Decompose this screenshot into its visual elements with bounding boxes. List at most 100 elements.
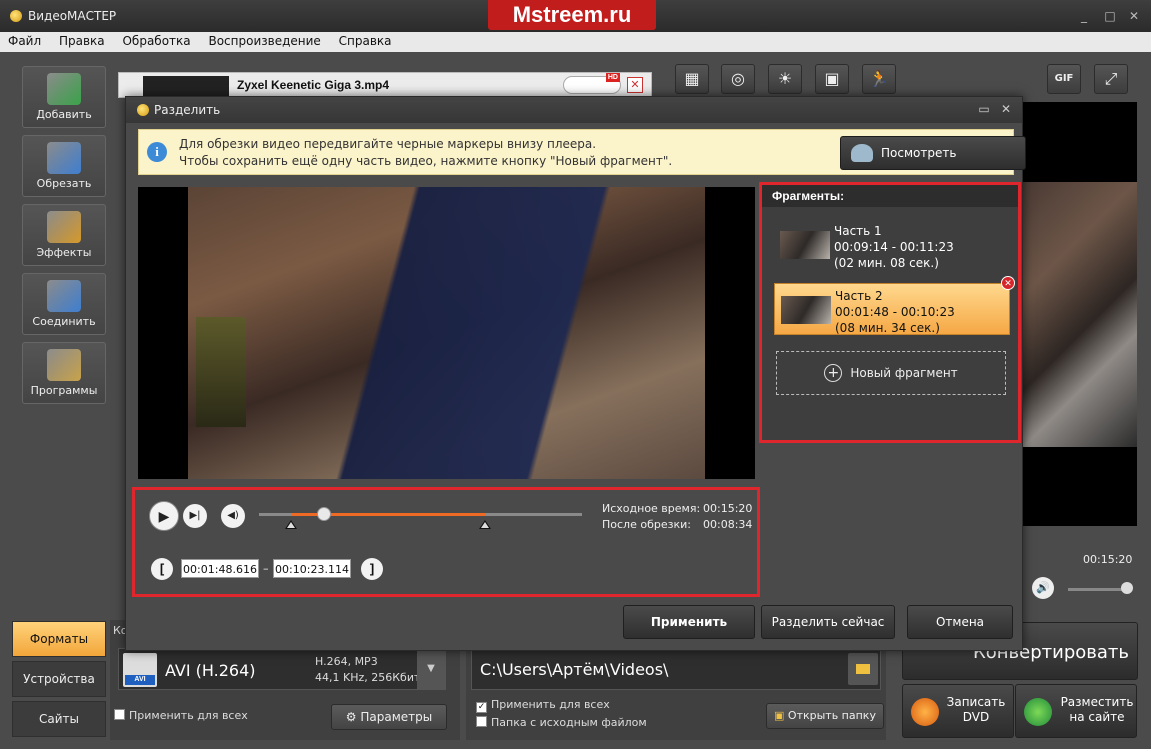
remove-file-icon[interactable]: ✕	[627, 77, 643, 93]
new-fragment-label: Новый фрагмент	[850, 366, 958, 380]
main-preview	[1023, 102, 1137, 526]
menu-edit[interactable]: Правка	[51, 32, 111, 48]
set-end-button[interactable]: ]	[361, 558, 383, 580]
time-range-separator: –	[263, 562, 269, 575]
checkbox-box[interactable]	[114, 709, 125, 720]
video-player[interactable]	[138, 187, 755, 479]
after-trim-label: После обрезки:	[602, 518, 691, 531]
playhead-handle[interactable]	[316, 507, 331, 521]
speed-tool-button[interactable]: 🏃	[862, 64, 896, 94]
frame-tool-button[interactable]: ▣	[815, 64, 849, 94]
end-marker-handle[interactable]	[479, 520, 492, 529]
new-fragment-button[interactable]: + Новый фрагмент	[776, 351, 1006, 395]
tab-devices[interactable]: Устройства	[12, 661, 106, 697]
effects-label: Эффекты	[36, 246, 92, 259]
parameters-button[interactable]: ⚙ Параметры	[331, 704, 447, 730]
next-frame-button[interactable]: ▶|	[183, 504, 207, 528]
file-name: Zyxel Keenetic Giga 3.mp4	[237, 78, 390, 92]
play-button[interactable]: ▶	[149, 501, 179, 531]
join-label: Соединить	[32, 315, 96, 328]
programs-button[interactable]: Программы	[22, 342, 106, 404]
browse-folder-button[interactable]	[848, 653, 878, 685]
minimize-button[interactable]: _	[1076, 8, 1092, 24]
dialog-maximize-button[interactable]: ▭	[976, 101, 992, 117]
menu-processing[interactable]: Обработка	[114, 32, 196, 48]
crop-tool-button[interactable]: ▦	[675, 64, 709, 94]
dialog-title: Разделить	[154, 103, 221, 117]
start-marker-handle[interactable]	[285, 520, 298, 529]
avi-format-icon: AVI	[123, 653, 157, 687]
folder-icon: ▣	[774, 709, 785, 722]
gif-tool-button[interactable]: GIF	[1047, 64, 1081, 94]
rotate-tool-button[interactable]: ◎	[721, 64, 755, 94]
maximize-button[interactable]: □	[1102, 8, 1118, 24]
tab-sites[interactable]: Сайты	[12, 701, 106, 737]
mute-button[interactable]: ◀)	[221, 504, 245, 528]
delete-fragment-icon[interactable]: ✕	[1001, 276, 1015, 290]
menu-help[interactable]: Справка	[331, 32, 398, 48]
split-dialog: Разделить ▭ ✕ i Для обрезки видео передв…	[125, 96, 1026, 651]
checkbox-checked[interactable]: ✓	[476, 702, 487, 713]
menu-playback[interactable]: Воспроизведение	[200, 32, 326, 48]
programs-label: Программы	[30, 384, 98, 397]
apply-button[interactable]: Применить	[623, 605, 755, 639]
trim-button[interactable]: Обрезать	[22, 135, 106, 197]
fragment-item-selected[interactable]: Часть 2 00:01:48 - 00:10:23 (08 мин. 34 …	[774, 276, 1015, 336]
tab-formats[interactable]: Форматы	[12, 621, 106, 657]
fragment-name: Часть 1	[834, 224, 882, 238]
open-folder-label: Открыть папку	[787, 709, 876, 722]
step-forward-icon: ▶|	[189, 510, 201, 521]
dialog-close-button[interactable]: ✕	[998, 101, 1014, 117]
burn-dvd-label-2: DVD	[962, 710, 990, 724]
menu-file[interactable]: Файл	[0, 32, 47, 48]
cancel-button[interactable]: Отмена	[907, 605, 1013, 639]
fragment-duration: (02 мин. 08 сек.)	[834, 256, 939, 270]
crop-icon: ▦	[684, 69, 700, 88]
file-list-item[interactable]: Zyxel Keenetic Giga 3.mp4 HD ✕	[118, 72, 652, 98]
frame-icon: ▣	[824, 69, 840, 88]
end-time-input[interactable]: 00:10:23.114	[273, 559, 351, 578]
fragment-item[interactable]: Часть 1 00:09:14 - 00:11:23 (02 мин. 08 …	[774, 219, 1010, 271]
open-folder-button[interactable]: ▣ Открыть папку	[766, 703, 884, 729]
fullscreen-button[interactable]: ⤢	[1094, 64, 1128, 94]
close-button[interactable]: ✕	[1126, 8, 1142, 24]
join-button[interactable]: Соединить	[22, 273, 106, 335]
hd-badge: HD	[605, 73, 620, 82]
effects-button[interactable]: Эффекты	[22, 204, 106, 266]
fragment-duration: (08 мин. 34 сек.)	[835, 321, 940, 335]
video-frame-detail	[196, 317, 246, 427]
plus-icon: +	[824, 364, 843, 382]
hd-toggle[interactable]: HD	[563, 73, 621, 94]
burn-dvd-button[interactable]: Записать DVD	[902, 684, 1014, 738]
split-now-button[interactable]: Разделить сейчас	[761, 605, 895, 639]
start-time-input[interactable]: 00:01:48.616	[181, 559, 259, 578]
chevron-down-icon[interactable]: ▼	[417, 649, 445, 689]
fragment-info: Часть 2 00:01:48 - 00:10:23 (08 мин. 34 …	[835, 288, 955, 336]
info-banner: i Для обрезки видео передвигайте черные …	[138, 129, 1026, 192]
source-folder-checkbox[interactable]: Папка с исходным файлом	[476, 716, 647, 729]
preview-frame	[1023, 182, 1137, 447]
output-apply-all-label: Применить для всех	[491, 698, 610, 711]
output-path-field[interactable]: C:\Users\Артём\Videos\	[471, 648, 881, 690]
fragment-thumbnail	[780, 231, 830, 259]
gif-icon: GIF	[1054, 73, 1074, 84]
brightness-tool-button[interactable]: ☀	[768, 64, 802, 94]
volume-knob[interactable]	[1121, 582, 1133, 594]
publish-button[interactable]: Разместить на сайте	[1015, 684, 1137, 738]
watermark: Mstreem.ru	[488, 0, 656, 30]
source-time-label: Исходное время:	[602, 502, 701, 515]
set-start-button[interactable]: [	[151, 558, 173, 580]
after-trim-value: 00:08:34	[703, 518, 753, 531]
checkbox-box[interactable]	[476, 716, 487, 727]
format-codec: H.264, MP3	[315, 655, 378, 668]
format-apply-all-checkbox[interactable]: Применить для всех	[114, 709, 248, 722]
watch-tutorial-button[interactable]: Посмотреть видеоурок	[840, 136, 1026, 192]
upload-icon	[1024, 698, 1052, 726]
brightness-icon: ☀	[777, 69, 793, 88]
output-apply-all-checkbox[interactable]: ✓ Применить для всех	[476, 698, 610, 713]
effects-icon	[47, 211, 81, 243]
volume-icon[interactable]: 🔊	[1032, 577, 1054, 599]
format-selector[interactable]: AVI AVI (H.264) H.264, MP3 44,1 KHz, 256…	[118, 648, 446, 690]
add-button[interactable]: Добавить	[22, 66, 106, 128]
gear-icon: ⚙	[345, 710, 357, 724]
